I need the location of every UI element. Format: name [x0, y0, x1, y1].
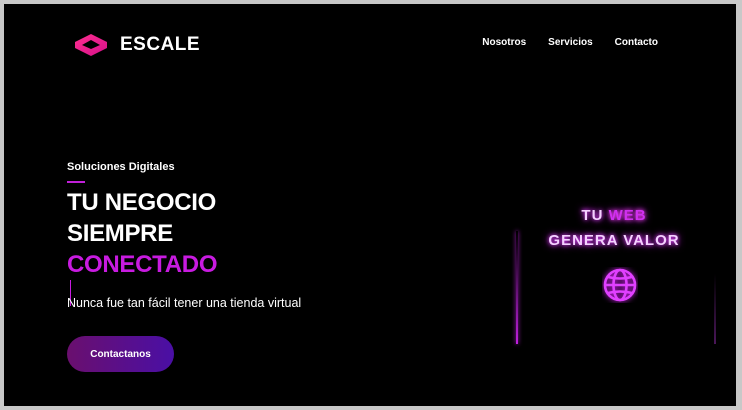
- globe-icon: [603, 268, 637, 302]
- hero-headline: TU NEGOCIO SIEMPRE CONECTADO: [67, 187, 217, 306]
- headline-line-3: CONECTADO: [67, 251, 218, 278]
- nav-item-nosotros[interactable]: Nosotros: [482, 37, 526, 48]
- page-frame: ESCALE Nosotros Servicios Contacto Soluc…: [4, 4, 736, 406]
- brand-name: ESCALE: [120, 34, 201, 55]
- headline-line-1: TU NEGOCIO: [67, 189, 217, 216]
- neon-line-1: TU WEB: [509, 207, 719, 224]
- headline-line-2: SIEMPRE: [67, 220, 173, 247]
- logo-icon: [75, 34, 107, 56]
- nav-item-servicios[interactable]: Servicios: [548, 37, 592, 48]
- neon-sign: TU WEB GENERA VALOR: [509, 199, 719, 354]
- neon-word-web: WEB: [608, 207, 647, 224]
- neon-stand-right: [714, 274, 716, 344]
- neon-line-2: GENERA VALOR: [548, 232, 680, 249]
- main-nav: Nosotros Servicios Contacto: [482, 37, 658, 48]
- hero-tagline: Nunca fue tan fácil tener una tienda vir…: [67, 296, 302, 310]
- eyebrow-underline: [67, 181, 85, 183]
- contact-button[interactable]: Contactanos: [67, 336, 174, 372]
- hero-eyebrow: Soluciones Digitales: [67, 161, 175, 173]
- neon-word-tu: TU: [581, 207, 604, 224]
- nav-item-contacto[interactable]: Contacto: [615, 37, 658, 48]
- brand-logo[interactable]: ESCALE: [74, 33, 200, 57]
